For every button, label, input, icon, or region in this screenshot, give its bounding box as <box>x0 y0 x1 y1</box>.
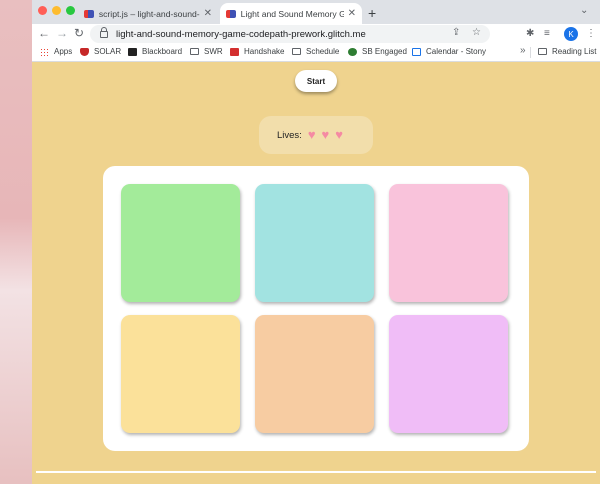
bookmark-label: Blackboard <box>142 47 183 56</box>
reading-list-icon <box>538 48 547 55</box>
bookmarks-divider <box>530 47 531 58</box>
minimize-window-icon[interactable] <box>52 6 61 15</box>
lives-panel: Lives: ♥ ♥ ♥ <box>259 116 373 154</box>
forward-icon[interactable]: → <box>56 26 68 40</box>
blackboard-icon <box>128 47 137 56</box>
game-button-4[interactable] <box>121 315 240 433</box>
game-button-1[interactable] <box>121 184 240 302</box>
bookmark-handshake[interactable]: Handshake <box>230 47 284 56</box>
folder-icon <box>190 48 199 55</box>
apps-grid-icon <box>40 47 49 56</box>
back-icon[interactable]: ← <box>38 26 50 40</box>
new-tab-button[interactable]: + <box>368 5 376 21</box>
extensions-icon[interactable]: ✱ <box>526 28 534 39</box>
folder-icon <box>292 48 301 55</box>
bookmark-schedule[interactable]: Schedule <box>292 47 339 56</box>
game-button-2[interactable] <box>255 184 374 302</box>
bookmark-label: SB Engaged <box>362 47 407 56</box>
bookmark-label: SOLAR <box>94 47 122 56</box>
glitch-favicon-icon <box>84 9 94 18</box>
heart-icon: ♥ <box>335 127 343 142</box>
game-button-6[interactable] <box>389 315 508 433</box>
bookmark-label: Calendar - Stony <box>426 47 487 56</box>
tab-script-js[interactable]: script.js – light-and-sound-me ✕ <box>78 3 218 24</box>
bookmark-label: SWR <box>204 47 223 56</box>
tab-title: script.js – light-and-sound-me <box>98 8 200 19</box>
browser-window: script.js – light-and-sound-me ✕ Light a… <box>32 0 600 484</box>
start-button[interactable]: Start <box>295 70 337 92</box>
bookmark-solar[interactable]: SOLAR <box>80 47 121 56</box>
url-text: light-and-sound-memory-game-codepath-pre… <box>116 28 366 40</box>
bookmarks-bar: Apps SOLAR Blackboard SWR Handshake Sche… <box>32 44 600 62</box>
bookmark-sb-engaged[interactable]: SB Engaged <box>348 47 407 56</box>
hearts-container: ♥ ♥ ♥ <box>302 128 343 142</box>
media-icon[interactable]: ≡ <box>544 28 550 39</box>
menu-icon[interactable]: ⋮ <box>586 28 596 39</box>
glitch-favicon-icon <box>226 9 236 18</box>
share-icon[interactable]: ⇪ <box>452 27 460 38</box>
close-window-icon[interactable] <box>38 6 47 15</box>
tab-search-icon[interactable]: ⌄ <box>580 5 588 16</box>
game-page: Start Lives: ♥ ♥ ♥ <box>32 62 600 484</box>
handshake-icon <box>230 47 239 56</box>
reading-list-label: Reading List <box>552 47 597 56</box>
tab-memory-game[interactable]: Light and Sound Memory Gam ✕ <box>220 3 362 24</box>
lock-icon <box>100 26 108 38</box>
bookmark-apps[interactable]: Apps <box>40 47 72 56</box>
game-board <box>103 166 529 451</box>
tab-title: Light and Sound Memory Gam <box>240 8 344 19</box>
bookmark-blackboard[interactable]: Blackboard <box>128 47 182 56</box>
desktop-background <box>0 0 32 484</box>
bookmark-label: Apps <box>54 47 73 56</box>
close-tab-icon[interactable]: ✕ <box>344 8 356 19</box>
lives-label: Lives: <box>277 129 302 141</box>
bookmark-label: Schedule <box>306 47 340 56</box>
more-bookmarks-icon[interactable]: » <box>520 45 526 56</box>
avatar[interactable]: K <box>564 27 578 41</box>
reload-icon[interactable]: ↻ <box>74 26 84 40</box>
star-icon[interactable]: ☆ <box>472 27 481 38</box>
browser-toolbar: ← → ↻ light-and-sound-memory-game-codepa… <box>32 24 600 44</box>
calendar-icon <box>412 47 421 56</box>
heart-icon: ♥ <box>321 127 330 142</box>
bookmark-calendar[interactable]: Calendar - Stony <box>412 47 486 56</box>
close-tab-icon[interactable]: ✕ <box>200 8 212 19</box>
page-divider <box>36 471 596 473</box>
maximize-window-icon[interactable] <box>66 6 75 15</box>
heart-icon: ♥ <box>307 127 316 142</box>
game-button-5[interactable] <box>255 315 374 433</box>
address-bar[interactable]: light-and-sound-memory-game-codepath-pre… <box>90 25 490 43</box>
shield-icon <box>80 47 89 56</box>
bookmark-swr[interactable]: SWR <box>190 47 223 56</box>
reading-list-button[interactable]: Reading List <box>538 47 596 56</box>
tab-strip: script.js – light-and-sound-me ✕ Light a… <box>32 0 600 24</box>
sb-engaged-icon <box>348 47 357 56</box>
bookmark-label: Handshake <box>244 47 285 56</box>
game-button-3[interactable] <box>389 184 508 302</box>
